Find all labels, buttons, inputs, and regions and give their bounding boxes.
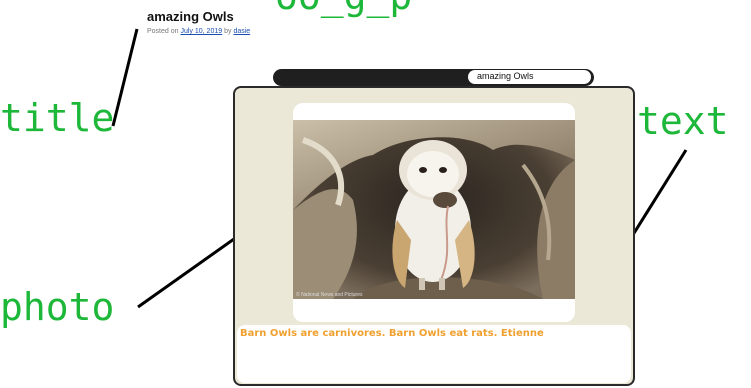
slideshow-frame: © National News and Pictures Barn Owls a… — [233, 86, 635, 386]
owl-photo-image — [293, 120, 575, 299]
photo-credit: © National News and Pictures — [296, 292, 363, 298]
owl-photo[interactable]: © National News and Pictures — [293, 120, 575, 299]
caption-box: Barn Owls are carnivores. Barn Owls eat … — [237, 325, 631, 383]
title-pointer-line — [111, 28, 139, 127]
slideshow-title-bar: amazing Owls — [273, 69, 594, 86]
slideshow-title: amazing Owls — [468, 70, 591, 84]
photo-card: © National News and Pictures — [293, 103, 575, 322]
slide-caption: Barn Owls are carnivores. Barn Owls eat … — [240, 328, 544, 339]
